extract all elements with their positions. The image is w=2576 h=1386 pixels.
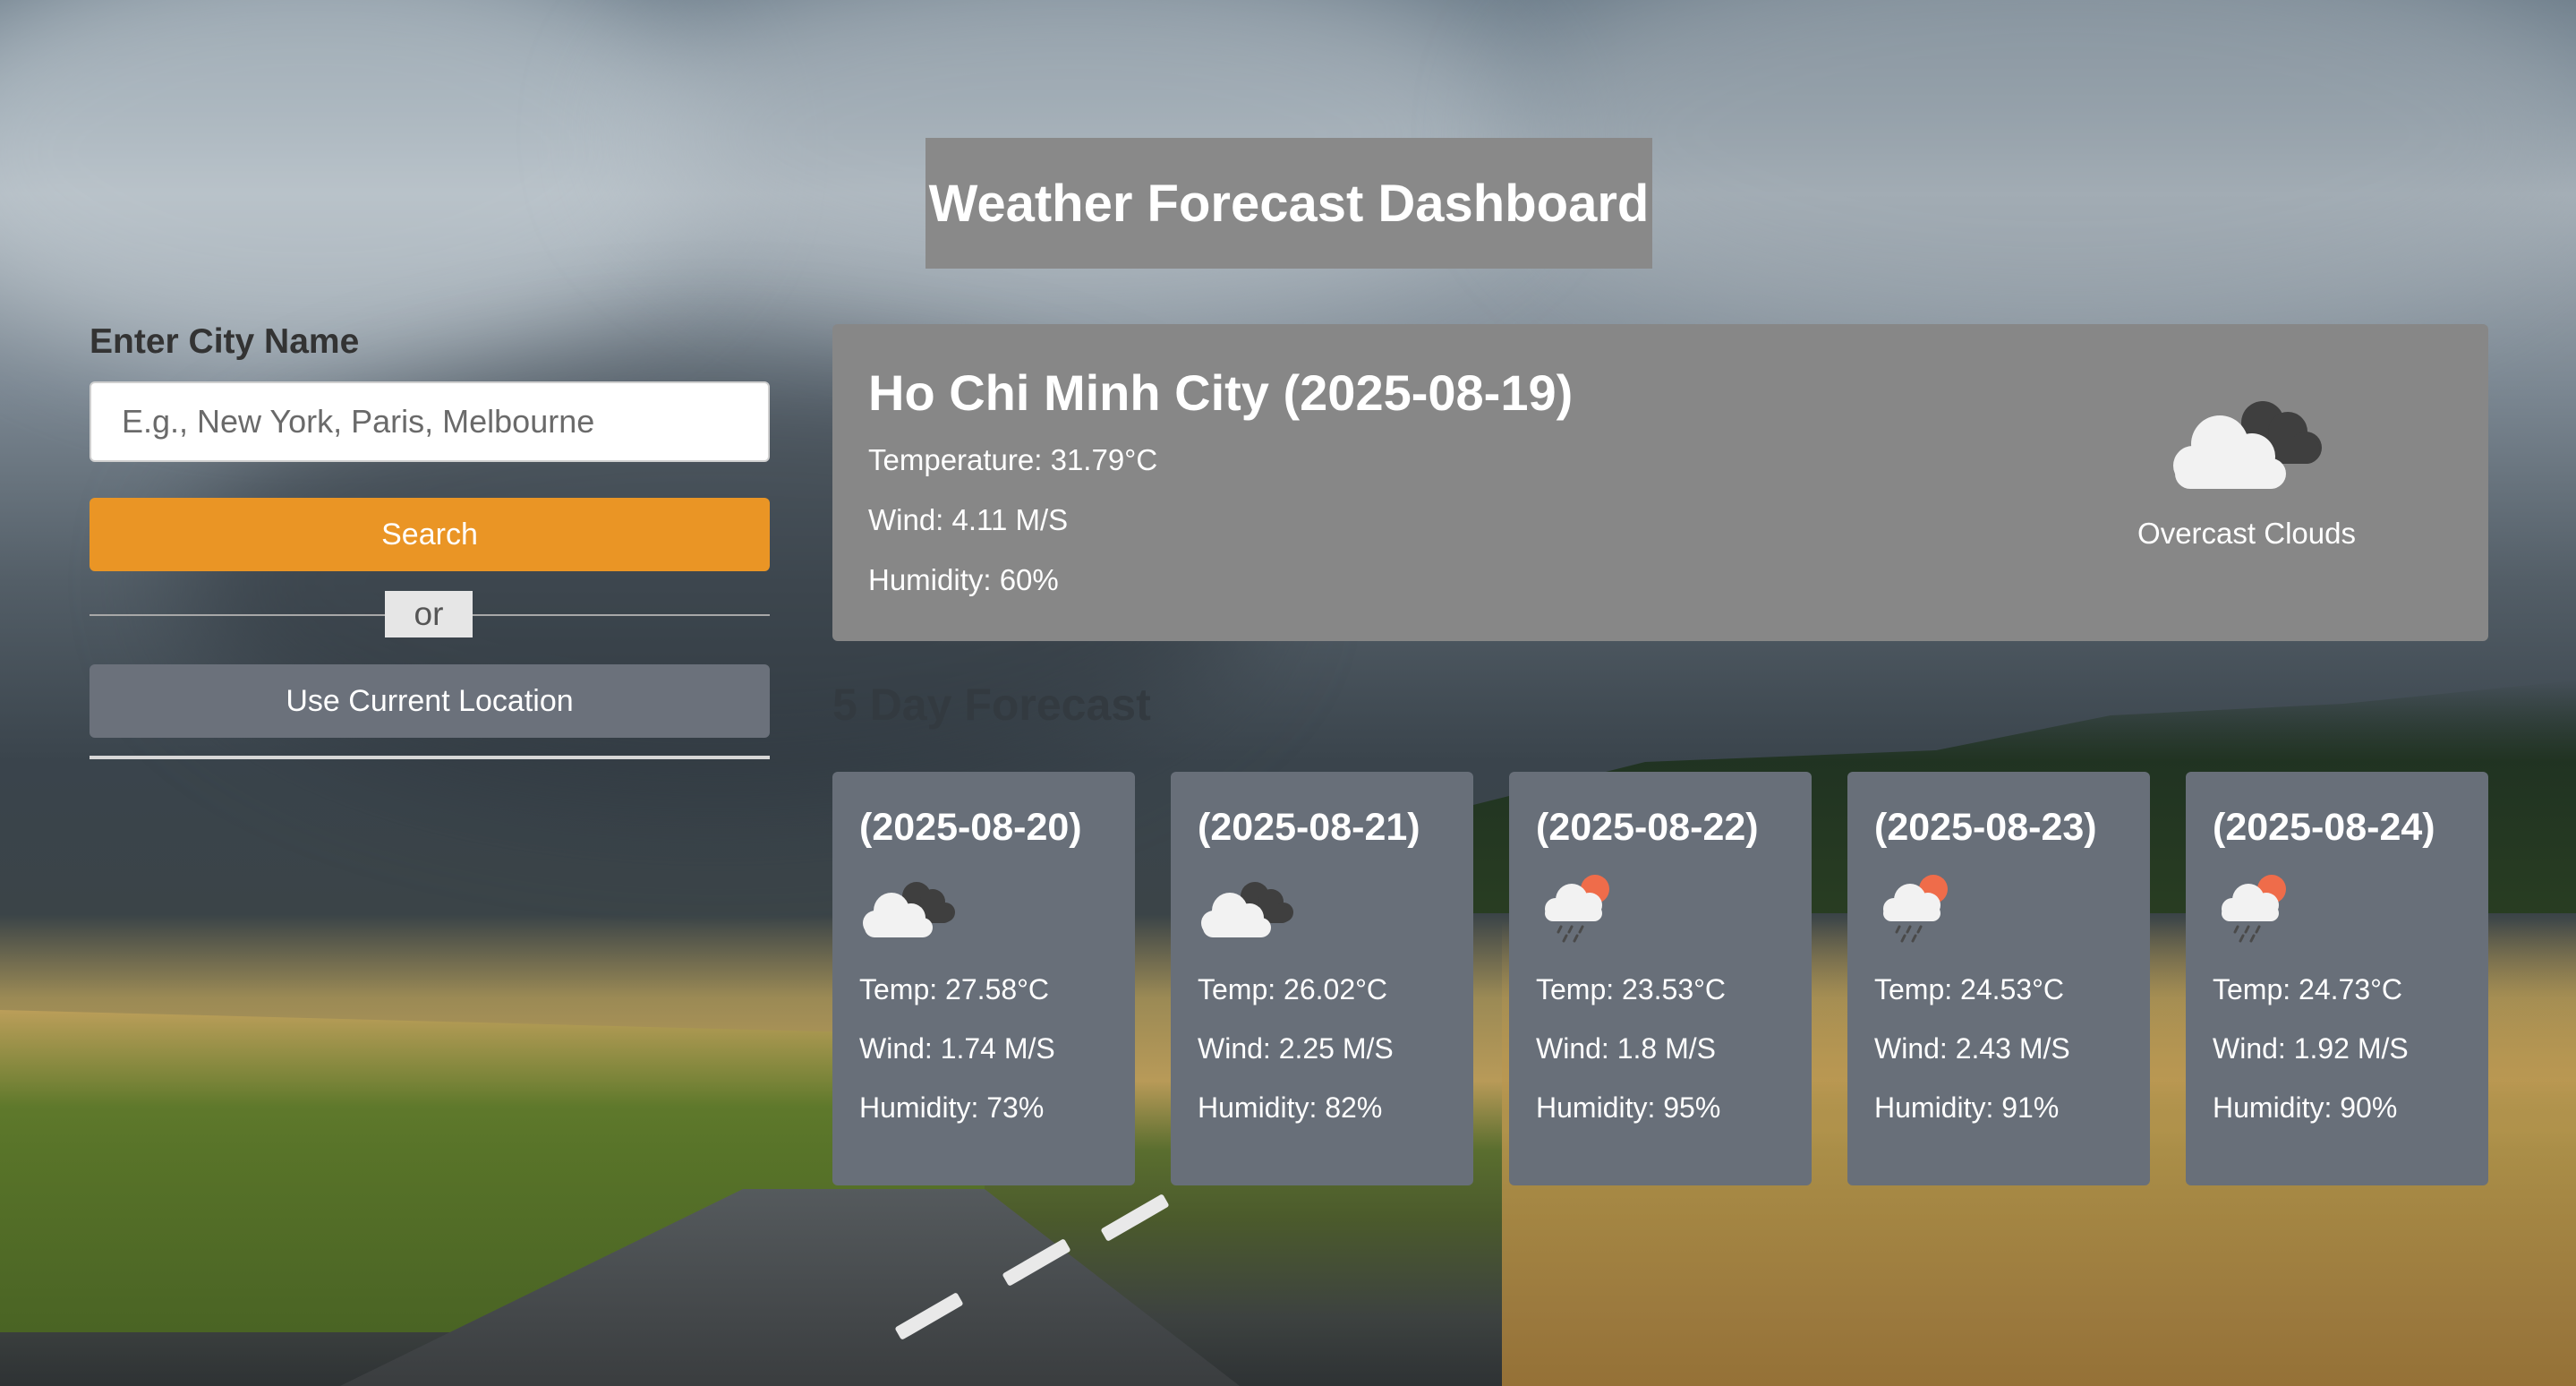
overcast-clouds-icon [2173, 401, 2322, 489]
use-current-location-button[interactable]: Use Current Location [90, 664, 770, 738]
or-divider: or [90, 591, 770, 637]
page-title-box: Weather Forecast Dashboard [925, 138, 1652, 269]
or-label: or [385, 591, 473, 637]
forecast-wind: Wind: 1.74 M/S [859, 1032, 1055, 1065]
light-rain-icon [1883, 875, 1948, 943]
forecast-date: (2025-08-23) [1874, 806, 2097, 849]
current-weather-panel: Ho Chi Minh City (2025-08-19) Temperatur… [832, 324, 2488, 641]
current-description: Overcast Clouds [2137, 517, 2356, 550]
forecast-humidity: Humidity: 82% [1198, 1091, 1383, 1124]
overcast-clouds-icon [863, 882, 955, 937]
forecast-card: (2025-08-20) Temp: 27.58°C Wind: 1.74 M/… [832, 772, 1135, 1185]
forecast-humidity: Humidity: 91% [1874, 1091, 2060, 1124]
forecast-card: (2025-08-24) Temp: 24.73°C Wind: 1.92 M/… [2186, 772, 2488, 1185]
overcast-clouds-icon [1201, 882, 1293, 937]
forecast-temp: Temp: 27.58°C [859, 973, 1050, 1005]
forecast-title: 5 Day Forecast [832, 680, 1151, 730]
search-sidebar: Enter City Name Search or Use Current Lo… [90, 322, 770, 759]
forecast-wind: Wind: 1.92 M/S [2213, 1032, 2409, 1065]
light-rain-icon [1545, 875, 1609, 943]
forecast-temp: Temp: 24.73°C [2213, 973, 2403, 1005]
sidebar-divider [90, 756, 770, 759]
current-humidity: Humidity: 60% [868, 563, 1059, 596]
forecast-wind: Wind: 2.25 M/S [1198, 1032, 1394, 1065]
city-label: Enter City Name [90, 322, 360, 361]
forecast-date: (2025-08-24) [2213, 806, 2435, 849]
forecast-temp: Temp: 26.02°C [1198, 973, 1388, 1005]
forecast-card: (2025-08-23) Temp: 24.53°C Wind: 2.43 M/… [1847, 772, 2150, 1185]
forecast-card: (2025-08-22) Temp: 23.53°C Wind: 1.8 M/S… [1509, 772, 1812, 1185]
city-input[interactable] [90, 381, 770, 462]
forecast-wind: Wind: 1.8 M/S [1536, 1032, 1716, 1065]
forecast-humidity: Humidity: 90% [2213, 1091, 2398, 1124]
forecast-cards: (2025-08-20) Temp: 27.58°C Wind: 1.74 M/… [832, 772, 2488, 1185]
forecast-date: (2025-08-21) [1198, 806, 1420, 849]
page-title: Weather Forecast Dashboard [928, 174, 1650, 233]
forecast-card: (2025-08-21) Temp: 26.02°C Wind: 2.25 M/… [1171, 772, 1473, 1185]
forecast-wind: Wind: 2.43 M/S [1874, 1032, 2070, 1065]
forecast-temp: Temp: 23.53°C [1536, 973, 1727, 1005]
forecast-humidity: Humidity: 73% [859, 1091, 1045, 1124]
current-condition: Overcast Clouds [2130, 387, 2363, 551]
forecast-humidity: Humidity: 95% [1536, 1091, 1721, 1124]
search-button[interactable]: Search [90, 498, 770, 571]
forecast-date: (2025-08-20) [859, 806, 1082, 849]
forecast-temp: Temp: 24.53°C [1874, 973, 2065, 1005]
forecast-date: (2025-08-22) [1536, 806, 1759, 849]
light-rain-icon [2222, 875, 2286, 943]
